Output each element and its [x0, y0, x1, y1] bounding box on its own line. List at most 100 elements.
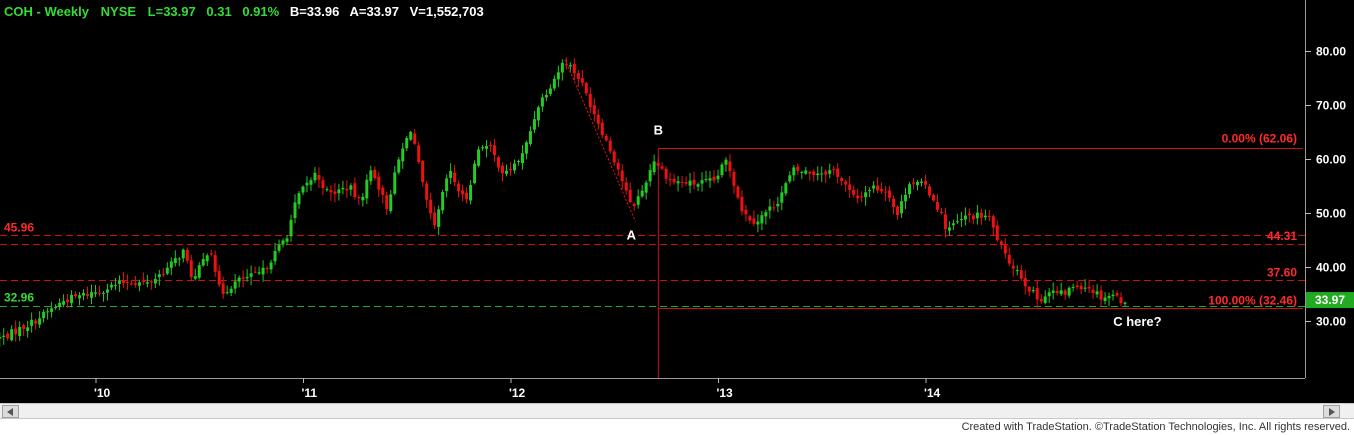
candle-body: [927, 186, 931, 196]
header-change-pct: 0.91%: [242, 4, 279, 19]
candle-body: [74, 294, 78, 297]
candle-body: [624, 182, 628, 191]
candle-body: [6, 333, 10, 339]
candle-body: [70, 294, 74, 304]
candle-body: [888, 190, 892, 198]
candle-body: [780, 192, 784, 203]
candle-body: [121, 279, 125, 284]
candle-body: [900, 201, 904, 214]
candle-body: [245, 276, 249, 279]
candle-body: [46, 311, 50, 313]
candle-body: [397, 159, 401, 173]
chart-header: COH - Weekly NYSE L=33.97 0.31 0.91% B=3…: [4, 4, 484, 19]
level-label: 44.31: [1267, 229, 1297, 243]
y-tick-label: 80.00: [1316, 45, 1346, 59]
candle-body: [908, 184, 912, 195]
candle-body: [860, 196, 864, 198]
candle-body: [117, 280, 121, 284]
scroll-left-button[interactable]: [2, 405, 19, 418]
candle-body: [133, 283, 137, 285]
candle-body: [129, 283, 133, 285]
candle-body: [305, 182, 309, 186]
candle-body: [257, 272, 261, 274]
candle-body: [22, 325, 26, 329]
candle-body: [1095, 291, 1099, 295]
candle-body: [872, 185, 876, 189]
candle-body: [269, 262, 273, 270]
candle-body: [576, 73, 580, 79]
candle-body: [676, 181, 680, 184]
candle-body: [1035, 288, 1039, 300]
candle-body: [628, 189, 632, 202]
candle-body: [1043, 296, 1047, 303]
candle-body: [995, 225, 999, 241]
candle-body: [1115, 293, 1119, 296]
candle-body: [1047, 292, 1051, 297]
candle-body: [381, 187, 385, 195]
arrow-left-icon: [7, 407, 13, 416]
candle-body: [205, 255, 209, 262]
candle-body: [89, 292, 93, 298]
horizontal-scrollbar[interactable]: [0, 403, 1354, 419]
candle-body: [704, 179, 708, 181]
candle-body: [38, 318, 42, 325]
header-ask: A=33.97: [349, 4, 399, 19]
candle-body: [752, 218, 756, 224]
candle-body: [165, 267, 169, 274]
candle-body: [884, 191, 888, 193]
candle-body: [393, 172, 397, 194]
candle-body: [672, 178, 676, 183]
candle-body: [441, 191, 445, 211]
candle-body: [265, 268, 269, 270]
candle-body: [18, 327, 22, 337]
candle-body: [193, 276, 197, 279]
candle-body: [321, 180, 325, 189]
last-price-label: 33.97: [1315, 293, 1345, 307]
candle-body: [904, 194, 908, 202]
candle-body: [1107, 296, 1111, 299]
candle-body: [712, 176, 716, 181]
candle-body: [449, 170, 453, 178]
candle-body: [1075, 285, 1079, 287]
candle-body: [1091, 289, 1095, 294]
candle-body: [345, 188, 349, 191]
fib-top-label: 0.00% (62.06): [1222, 132, 1297, 146]
candle-body: [616, 162, 620, 170]
level-label: 45.96: [4, 220, 34, 234]
y-tick-label: 40.00: [1316, 261, 1346, 275]
candle-body: [868, 190, 872, 192]
candle-body: [417, 145, 421, 163]
candle-body: [728, 161, 732, 172]
candle-body: [540, 97, 544, 107]
candle-body: [776, 203, 780, 207]
candle-body: [333, 191, 337, 194]
candle-body: [109, 284, 113, 288]
scroll-right-button[interactable]: [1323, 405, 1340, 418]
candle-body: [229, 288, 233, 293]
candle-body: [568, 65, 572, 67]
candle-body: [916, 181, 920, 186]
candle-body: [42, 311, 46, 319]
candle-body: [325, 189, 329, 191]
candle-body: [453, 172, 457, 182]
candle-body: [209, 253, 213, 255]
candle-body: [971, 215, 975, 220]
candle-body: [66, 299, 70, 303]
candle-body: [608, 140, 612, 152]
candle-body: [261, 267, 265, 275]
candle-body: [429, 199, 433, 214]
candle-body: [604, 135, 608, 141]
candle-body: [664, 168, 668, 179]
candle-body: [445, 178, 449, 192]
candle-body: [477, 149, 481, 166]
candle-body: [692, 179, 696, 185]
candle-body: [740, 196, 744, 212]
candle-body: [596, 114, 600, 124]
candle-body: [433, 212, 437, 226]
candle-body: [896, 206, 900, 216]
candle-body: [504, 170, 508, 174]
price-chart[interactable]: 0.00% (62.06) 100.00% (32.46) 45.96 32.96 4…: [0, 0, 1354, 403]
candle-body: [293, 202, 297, 218]
candle-body: [892, 198, 896, 207]
candle-body: [640, 190, 644, 197]
